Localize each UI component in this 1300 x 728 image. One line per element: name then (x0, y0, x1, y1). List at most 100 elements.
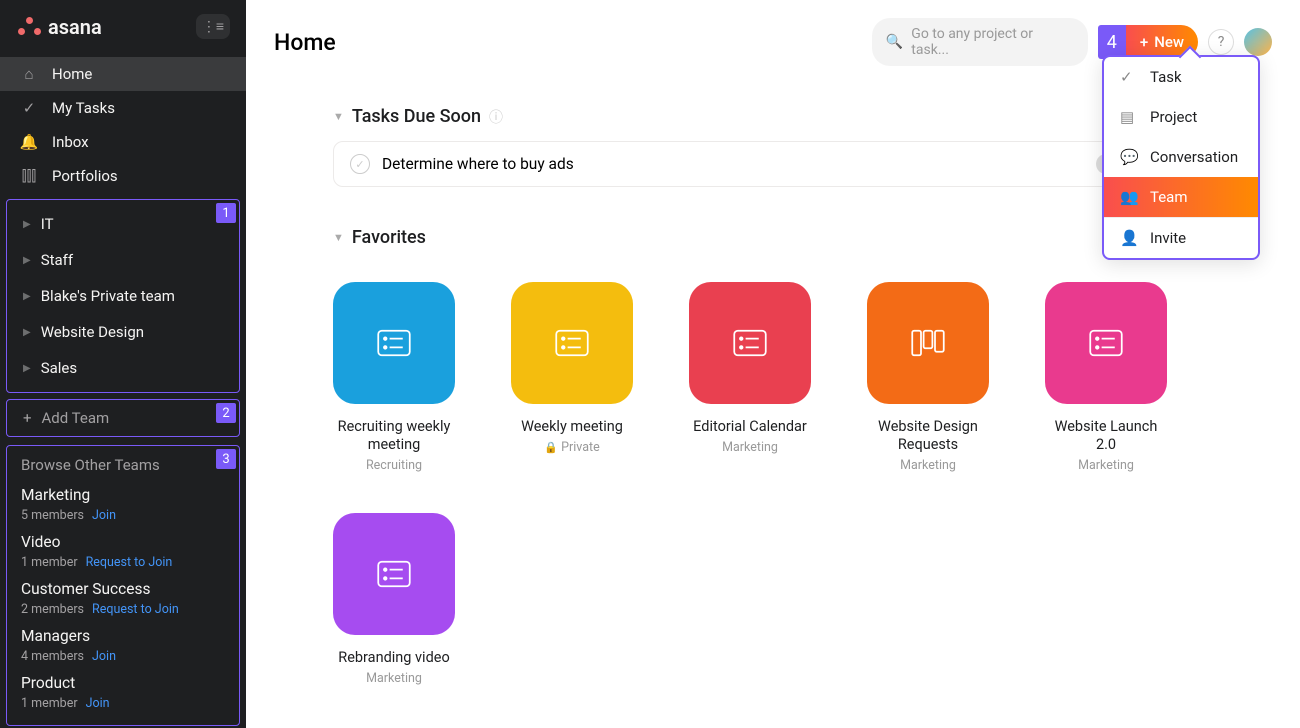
add-team-button[interactable]: + Add Team (7, 400, 239, 436)
dropdown-invite-label: Invite (1150, 229, 1186, 247)
logo[interactable]: asana (18, 15, 102, 39)
chevron-down-icon: ▼ (333, 110, 344, 123)
lock-icon: 🔒 (544, 441, 558, 454)
favorite-title: Website Design Requests (867, 418, 989, 454)
dropdown-project[interactable]: ▤ Project (1104, 97, 1258, 137)
other-team-name[interactable]: Video (21, 533, 225, 551)
search-placeholder: Go to any project or task... (911, 26, 1074, 58)
browse-teams-header: Browse Other Teams (7, 446, 239, 480)
nav-inbox[interactable]: 🔔 Inbox (0, 125, 246, 159)
dropdown-invite[interactable]: 👤 Invite (1104, 218, 1258, 258)
task-row[interactable]: ✓ Determine where to buy ads Custome... … (333, 141, 1213, 187)
project-tile (867, 282, 989, 404)
teams-list: ▶IT▶Staff▶Blake's Private team▶Website D… (7, 200, 239, 392)
callout-badge-2: 2 (216, 403, 236, 423)
sidebar-team-item[interactable]: ▶ Blake's Private team (7, 278, 239, 314)
chevron-right-icon: ▶ (23, 327, 31, 338)
complete-task-icon[interactable]: ✓ (350, 154, 370, 174)
other-team-item: Product1 memberJoin (7, 668, 239, 715)
favorite-subtitle: Marketing (333, 671, 455, 686)
collapse-sidebar-icon[interactable]: ⋮≡ (196, 14, 230, 39)
sidebar-team-item[interactable]: ▶ Website Design (7, 314, 239, 350)
join-link[interactable]: Join (92, 508, 116, 523)
favorite-subtitle: Marketing (867, 458, 989, 473)
tasks-due-soon-header[interactable]: ▼ Tasks Due Soon ⓘ (333, 106, 503, 127)
nav-my-tasks-label: My Tasks (52, 99, 115, 117)
info-icon[interactable]: ⓘ (489, 107, 503, 127)
speech-bubble-icon: 💬 (1120, 148, 1138, 166)
favorites-label: Favorites (352, 227, 426, 248)
other-team-item: Customer Success 2 members Request to Join (7, 574, 239, 621)
sidebar-team-item[interactable]: ▶ Sales (7, 350, 239, 386)
join-link[interactable]: Join (92, 649, 116, 664)
join-link[interactable]: Join (86, 696, 110, 711)
other-team-item: Managers4 membersJoin (7, 621, 239, 668)
other-team-name[interactable]: Product (21, 674, 225, 692)
page-title: Home (274, 29, 336, 56)
favorite-title: Editorial Calendar (689, 418, 811, 436)
nav-my-tasks[interactable]: ✓ My Tasks (0, 91, 246, 125)
other-team-name[interactable]: Managers (21, 627, 225, 645)
favorite-project[interactable]: Website Design Requests Marketing (867, 282, 989, 473)
dropdown-project-label: Project (1150, 108, 1197, 126)
favorite-title: Rebranding video (333, 649, 455, 667)
favorite-project[interactable]: Recruiting weekly meetingRecruiting (333, 282, 455, 473)
dropdown-task[interactable]: ✓ Task (1104, 57, 1258, 97)
favorite-subtitle: Marketing (689, 440, 811, 455)
favorites-grid: Recruiting weekly meetingRecruiting Weekl… (333, 282, 1213, 686)
asana-logo-icon (18, 17, 42, 37)
help-button[interactable]: ? (1208, 29, 1234, 55)
team-label: Sales (41, 359, 77, 377)
plus-icon: + (23, 409, 32, 427)
join-link[interactable]: Request to Join (86, 555, 173, 570)
team-label: Website Design (41, 323, 144, 341)
person-plus-icon: 👤 (1120, 229, 1138, 247)
sidebar: asana ⋮≡ ⌂ Home ✓ My Tasks 🔔 Inbox ⫿⫿⫿ P… (0, 0, 246, 728)
callout-badge-1: 1 (216, 203, 236, 223)
dropdown-conversation-label: Conversation (1150, 148, 1238, 166)
user-avatar[interactable] (1244, 28, 1272, 56)
other-team-name[interactable]: Customer Success (21, 580, 225, 598)
chevron-right-icon: ▶ (23, 363, 31, 374)
check-circle-icon: ✓ (1120, 68, 1138, 86)
check-circle-icon: ✓ (20, 99, 38, 117)
nav-inbox-label: Inbox (52, 133, 89, 151)
other-teams-list: Marketing 5 members Join Video1 memberReque… (7, 480, 239, 715)
primary-nav: ⌂ Home ✓ My Tasks 🔔 Inbox ⫿⫿⫿ Portfolios (0, 53, 246, 197)
join-link[interactable]: Request to Join (92, 602, 179, 617)
other-team-item: Video1 memberRequest to Join (7, 527, 239, 574)
other-team-name[interactable]: Marketing (21, 486, 225, 504)
plus-icon: + (1140, 33, 1148, 51)
member-count: 5 members (21, 508, 84, 523)
favorite-project[interactable]: Rebranding video Marketing (333, 513, 455, 686)
team-label: Blake's Private team (41, 287, 175, 305)
favorite-title: Recruiting weekly meeting (333, 418, 455, 454)
favorites-header[interactable]: ▼ Favorites (333, 227, 1213, 248)
sidebar-team-item[interactable]: ▶IT (7, 206, 239, 242)
clipboard-icon: ▤ (1120, 108, 1138, 126)
nav-home[interactable]: ⌂ Home (0, 57, 246, 91)
tasks-due-soon-label: Tasks Due Soon (352, 106, 481, 127)
bell-icon: 🔔 (20, 133, 38, 151)
favorite-project[interactable]: Website Launch 2.0Marketing (1045, 282, 1167, 473)
team-label: IT (41, 215, 54, 233)
new-dropdown: ✓ Task ▤ Project 💬 Conversation 👥 Team 👤… (1102, 55, 1260, 260)
dropdown-conversation[interactable]: 💬 Conversation (1104, 137, 1258, 177)
favorite-subtitle: 🔒 Private (511, 440, 633, 455)
dropdown-team[interactable]: 👥 Team (1104, 177, 1258, 217)
search-input[interactable]: 🔍 Go to any project or task... (872, 18, 1088, 66)
member-count: 2 members (21, 602, 84, 617)
task-title: Determine where to buy ads (382, 155, 1084, 173)
favorite-project[interactable]: Weekly meeting🔒 Private (511, 282, 633, 473)
sidebar-team-item[interactable]: ▶Staff (7, 242, 239, 278)
project-tile (333, 282, 455, 404)
nav-portfolios[interactable]: ⫿⫿⫿ Portfolios (0, 159, 246, 193)
chevron-right-icon: ▶ (23, 291, 31, 302)
new-button-label: New (1154, 33, 1184, 51)
main-content: Home 🔍 Go to any project or task... 4 + … (246, 0, 1300, 728)
chevron-down-icon: ▼ (333, 231, 344, 244)
dropdown-team-label: Team (1150, 188, 1188, 206)
bars-icon: ⫿⫿⫿ (20, 167, 38, 185)
favorite-title: Website Launch 2.0 (1045, 418, 1167, 454)
favorite-project[interactable]: Editorial Calendar Marketing (689, 282, 811, 473)
